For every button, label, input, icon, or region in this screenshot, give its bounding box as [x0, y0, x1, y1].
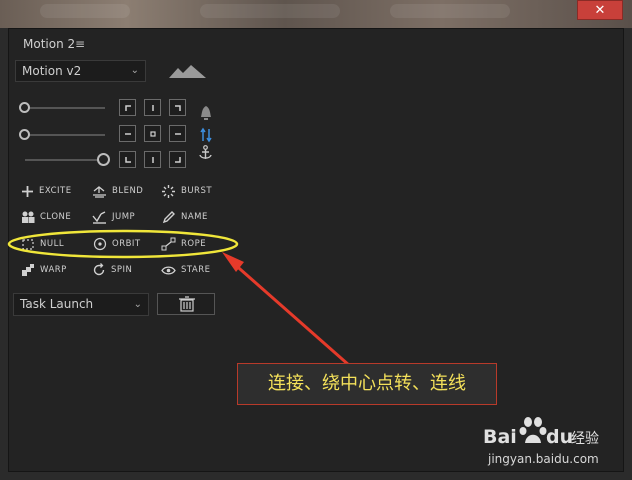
- stare-button[interactable]: STARE: [161, 262, 211, 278]
- trash-icon: [179, 296, 195, 312]
- task-dropdown-value: Task Launch: [20, 297, 94, 311]
- excite-label: EXCITE: [39, 186, 72, 196]
- orbit-label: ORBIT: [112, 239, 141, 249]
- panel-title[interactable]: Motion 2: [23, 37, 75, 51]
- rope-label: ROPE: [181, 239, 207, 249]
- burst-icon: [162, 184, 175, 198]
- annotation-box: 连接、绕中心点转、连线: [237, 363, 497, 405]
- motion-panel: Motion 2 ≡ Motion v2 ⌄ EXCITE BLEND BURS…: [8, 28, 624, 472]
- name-button[interactable]: NAME: [162, 209, 208, 225]
- jump-icon: [92, 210, 106, 224]
- eye-icon: [161, 265, 176, 275]
- anchor-bottom-left-button[interactable]: [119, 151, 136, 168]
- rope-icon: [161, 237, 176, 251]
- anchor-icon[interactable]: [198, 145, 213, 161]
- blend-icon: [93, 185, 106, 198]
- window-titlebar: ✕: [0, 0, 632, 28]
- null-icon: [22, 238, 34, 250]
- stare-label: STARE: [181, 265, 211, 275]
- name-label: NAME: [181, 212, 208, 222]
- anchor-bottom-right-button[interactable]: [169, 151, 186, 168]
- pencil-icon: [162, 211, 175, 224]
- orbit-button[interactable]: ORBIT: [93, 236, 141, 252]
- burst-button[interactable]: BURST: [161, 183, 212, 199]
- mountains-icon[interactable]: [169, 65, 207, 79]
- warp-button[interactable]: WARP: [21, 262, 67, 278]
- rope-button[interactable]: ROPE: [161, 236, 206, 252]
- slider-knob[interactable]: [97, 153, 110, 166]
- null-button[interactable]: NULL: [21, 236, 64, 252]
- clone-icon: [22, 211, 35, 223]
- blurred-title-area: [200, 4, 340, 18]
- orbit-icon: [93, 237, 107, 251]
- warp-label: WARP: [40, 265, 67, 275]
- preset-dropdown[interactable]: Motion v2 ⌄: [15, 60, 146, 82]
- bell-icon[interactable]: [199, 105, 213, 121]
- slider-track: [23, 107, 105, 109]
- link-arrows-icon[interactable]: [200, 127, 212, 143]
- spin-icon: [93, 263, 105, 276]
- svg-text:du: du: [546, 426, 573, 448]
- blurred-title-area: [40, 4, 130, 18]
- spin-label: SPIN: [111, 265, 133, 275]
- delete-button[interactable]: [157, 293, 215, 315]
- preset-dropdown-value: Motion v2: [22, 64, 82, 78]
- svg-text:经验: 经验: [571, 431, 599, 447]
- slider-knob[interactable]: [19, 129, 30, 140]
- window-close-button[interactable]: ✕: [577, 0, 623, 20]
- jump-label: JUMP: [112, 212, 136, 222]
- panel-menu-icon[interactable]: ≡: [75, 37, 85, 51]
- spin-button[interactable]: SPIN: [92, 262, 132, 278]
- baidu-logo: Bai du 经验: [483, 417, 599, 448]
- slider-track: [25, 159, 107, 161]
- clone-label: CLONE: [40, 212, 72, 222]
- slider-track: [23, 134, 105, 136]
- slider-knob[interactable]: [19, 102, 30, 113]
- svg-text:Bai: Bai: [483, 426, 517, 448]
- anchor-bottom-button[interactable]: [144, 151, 161, 168]
- blurred-title-area: [390, 4, 510, 18]
- jump-button[interactable]: JUMP: [92, 209, 135, 225]
- chevron-down-icon: ⌄: [130, 65, 139, 76]
- task-dropdown[interactable]: Task Launch ⌄: [13, 293, 149, 316]
- anchor-top-right-button[interactable]: [169, 99, 186, 116]
- excite-button[interactable]: EXCITE: [21, 183, 72, 199]
- blend-label: BLEND: [112, 186, 144, 196]
- anchor-left-button[interactable]: [119, 125, 136, 142]
- clone-button[interactable]: CLONE: [21, 209, 71, 225]
- null-label: NULL: [40, 239, 65, 249]
- chevron-down-icon: ⌄: [133, 299, 142, 310]
- warp-icon: [22, 263, 34, 276]
- anchor-top-left-button[interactable]: [119, 99, 136, 116]
- watermark-url: jingyan.baidu.com: [488, 452, 599, 466]
- anchor-center-button[interactable]: [144, 125, 161, 142]
- anchor-right-button[interactable]: [169, 125, 186, 142]
- blend-button[interactable]: BLEND: [92, 183, 143, 199]
- anchor-top-button[interactable]: [144, 99, 161, 116]
- burst-label: BURST: [181, 186, 213, 196]
- plus-icon: [22, 185, 33, 197]
